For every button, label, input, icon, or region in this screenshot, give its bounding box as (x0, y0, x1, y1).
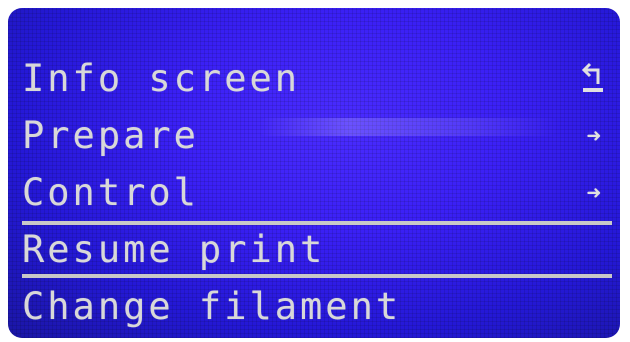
menu-item-resume-print[interactable]: Resume print (22, 221, 612, 278)
right-arrow-icon: ➜ (586, 178, 604, 207)
menu-item-change-filament[interactable]: Change filament (22, 278, 612, 335)
menu-item-label: Prepare (22, 114, 199, 157)
device-bezel: Info screen Prepare ➜ Control ➜ Resume p… (0, 0, 630, 342)
back-arrow-icon[interactable] (572, 59, 604, 99)
main-menu: Info screen Prepare ➜ Control ➜ Resume p… (22, 50, 612, 335)
menu-item-info-screen[interactable]: Info screen (22, 50, 612, 107)
menu-item-label: Change filament (22, 285, 402, 328)
right-arrow-icon: ➜ (586, 121, 604, 150)
menu-item-label: Resume print (22, 228, 326, 271)
menu-item-label: Info screen (22, 57, 301, 100)
lcd-screen: Info screen Prepare ➜ Control ➜ Resume p… (8, 8, 620, 338)
menu-item-control[interactable]: Control ➜ (22, 164, 612, 221)
menu-item-label: Control (22, 171, 199, 214)
menu-item-prepare[interactable]: Prepare ➜ (22, 107, 612, 164)
